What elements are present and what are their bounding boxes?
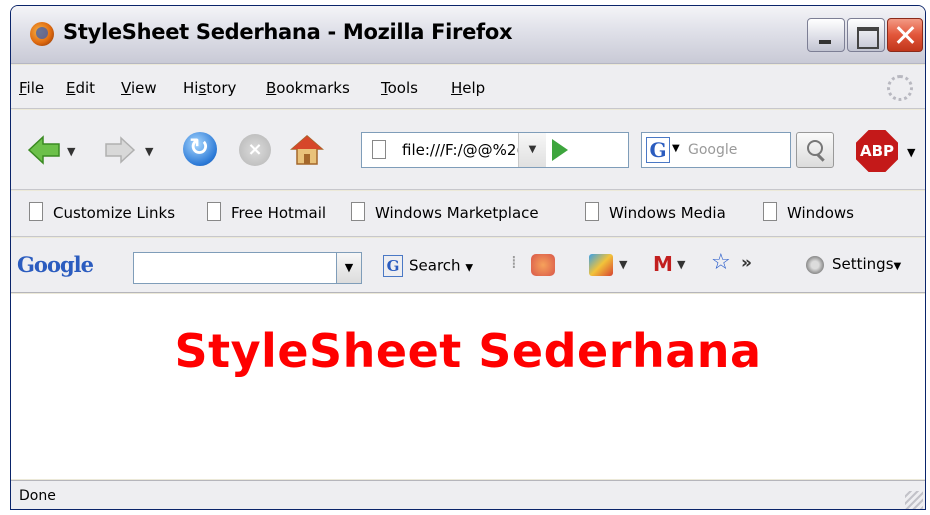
search-engine-dropdown[interactable]: ▼ — [672, 143, 680, 154]
search-magnifier-icon[interactable] — [796, 132, 834, 168]
bookmark-windows-marketplace[interactable]: Windows Marketplace — [351, 202, 539, 223]
home-icon[interactable] — [289, 134, 325, 166]
search-bar[interactable]: G ▼ Google — [641, 132, 791, 168]
bookmark-customize-links[interactable]: Customize Links — [29, 202, 175, 223]
search-engine-icon[interactable]: G — [646, 137, 670, 163]
menu-file[interactable]: File — [19, 79, 44, 97]
toolbar-separator: ⁞ — [511, 252, 517, 273]
google-search-button[interactable]: G Search ▼ — [383, 255, 473, 277]
menu-tools[interactable]: Tools — [381, 79, 418, 97]
menu-bar: File Edit View History Bookmarks Tools H… — [11, 65, 925, 109]
bookmark-windows[interactable]: Windows — [763, 202, 854, 223]
menu-edit[interactable]: Edit — [66, 79, 95, 97]
search-placeholder[interactable]: Google — [688, 142, 737, 158]
status-text: Done — [19, 488, 56, 504]
title-bar: StyleSheet Sederhana - Mozilla Firefox — [11, 6, 925, 64]
adblock-dropdown[interactable]: ▼ — [907, 146, 915, 159]
bookmark-windows-media[interactable]: Windows Media — [585, 202, 726, 223]
menu-history[interactable]: History — [183, 79, 236, 97]
window-title: StyleSheet Sederhana - Mozilla Firefox — [63, 20, 513, 44]
forward-icon[interactable] — [104, 136, 136, 164]
stop-icon[interactable]: × — [239, 134, 271, 166]
reload-icon[interactable] — [183, 132, 217, 166]
page-icon — [207, 202, 221, 221]
status-bar: Done — [11, 480, 925, 509]
resize-grip-icon[interactable] — [905, 491, 923, 509]
gmail-dropdown[interactable]: ▼ — [677, 258, 685, 271]
page-icon — [351, 202, 365, 221]
url-history-dropdown[interactable]: ▼ — [518, 133, 546, 167]
blogger-dropdown[interactable]: ▼ — [619, 258, 627, 271]
adblock-icon[interactable]: ABP — [856, 130, 898, 172]
firefox-icon — [30, 22, 54, 46]
gear-icon — [806, 255, 824, 274]
forward-history-dropdown[interactable]: ▼ — [145, 145, 153, 158]
google-search-dropdown[interactable]: ▼ — [336, 252, 362, 284]
maximize-button[interactable] — [847, 18, 885, 52]
minimize-button[interactable] — [807, 18, 845, 52]
google-logo[interactable]: Google — [17, 252, 94, 277]
menu-bookmarks[interactable]: Bookmarks — [266, 79, 350, 97]
page-heading: StyleSheet Sederhana — [174, 324, 762, 378]
pagerank-icon[interactable] — [531, 254, 555, 276]
bookmarks-toolbar: Customize Links Free Hotmail Windows Mar… — [11, 191, 925, 237]
google-g-icon: G — [383, 255, 403, 277]
url-text[interactable]: file:///F:/@@%2( — [402, 141, 522, 159]
page-icon — [372, 140, 386, 159]
google-search-input[interactable] — [133, 252, 343, 284]
bookmark-free-hotmail[interactable]: Free Hotmail — [207, 202, 326, 223]
gmail-icon[interactable]: M — [653, 252, 673, 276]
go-icon[interactable] — [552, 139, 568, 161]
page-content: StyleSheet Sederhana — [11, 294, 925, 479]
address-bar[interactable]: file:///F:/@@%2( ▼ — [361, 132, 629, 168]
back-history-dropdown[interactable]: ▼ — [67, 145, 75, 158]
page-icon — [29, 202, 43, 221]
star-icon[interactable]: ☆ — [711, 250, 731, 275]
navigation-toolbar: ▼ ▼ × file:///F:/@@%2( ▼ G ▼ Google ABP … — [11, 110, 925, 190]
page-icon — [763, 202, 777, 221]
browser-window: StyleSheet Sederhana - Mozilla Firefox F… — [10, 5, 926, 510]
settings-button[interactable]: Settings▼ — [806, 255, 901, 274]
page-icon — [585, 202, 599, 221]
blogger-icon[interactable] — [589, 254, 613, 276]
google-toolbar: Google ▼ G Search ▼ ⁞ ▼ M ▼ ☆ » Settings▼ — [11, 238, 925, 293]
activity-throbber-icon — [887, 75, 913, 101]
menu-view[interactable]: View — [121, 79, 157, 97]
back-icon[interactable] — [27, 135, 61, 165]
close-button[interactable] — [887, 18, 923, 52]
menu-help[interactable]: Help — [451, 79, 485, 97]
more-buttons[interactable]: » — [741, 253, 752, 273]
